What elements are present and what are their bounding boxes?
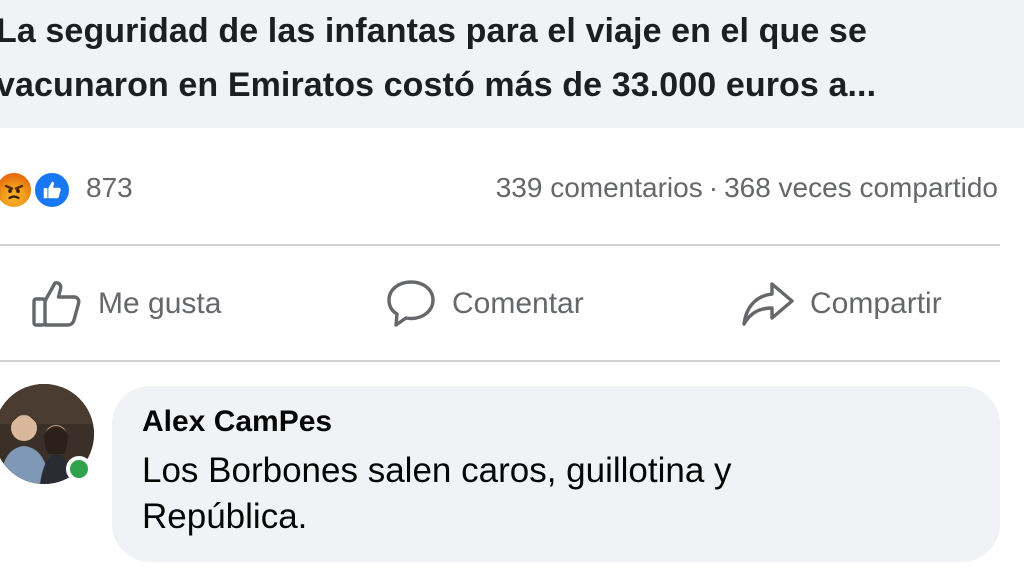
angry-reaction-icon bbox=[0, 170, 34, 210]
link-headline[interactable]: La seguridad de las infantas para el via… bbox=[0, 4, 1006, 112]
comment-author-name[interactable]: Alex CamPes bbox=[142, 400, 970, 444]
online-status-indicator bbox=[66, 456, 92, 482]
divider bbox=[0, 360, 1000, 362]
thumbs-up-icon bbox=[30, 279, 84, 329]
divider bbox=[0, 244, 1000, 246]
share-arrow-icon bbox=[740, 278, 796, 330]
engagement-counts: 339 comentarios · 368 veces compartido bbox=[496, 172, 998, 204]
comment-item: Alex CamPes Los Borbones salen caros, gu… bbox=[0, 380, 1024, 576]
comment-button[interactable]: Comentar bbox=[384, 276, 584, 332]
reaction-count[interactable]: 873 bbox=[86, 172, 133, 204]
speech-bubble-icon bbox=[384, 278, 438, 330]
share-label: Compartir bbox=[810, 287, 942, 320]
separator-dot: · bbox=[708, 172, 719, 203]
comment-count[interactable]: 339 comentarios bbox=[496, 172, 703, 203]
share-count[interactable]: 368 veces compartido bbox=[724, 172, 998, 203]
like-reaction-icon bbox=[32, 170, 72, 210]
post-stats-row: 873 339 comentarios · 368 veces compartido bbox=[0, 150, 1024, 226]
like-label: Me gusta bbox=[98, 287, 222, 320]
share-button[interactable]: Compartir bbox=[740, 276, 942, 332]
facebook-post: La seguridad de las infantas para el via… bbox=[0, 0, 1024, 576]
comment-text: Los Borbones salen caros, guillotina y R… bbox=[142, 451, 732, 536]
comment-bubble: Alex CamPes Los Borbones salen caros, gu… bbox=[112, 386, 1000, 562]
post-actions-bar: Me gusta Comentar Compartir bbox=[0, 262, 1024, 348]
like-button[interactable]: Me gusta bbox=[30, 276, 221, 332]
link-preview-caption[interactable]: La seguridad de las infantas para el via… bbox=[0, 0, 1024, 128]
comment-label: Comentar bbox=[452, 287, 584, 320]
